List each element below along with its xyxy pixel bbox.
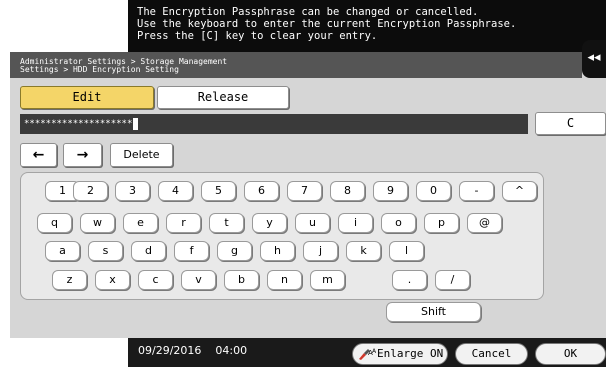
key-5[interactable]: 5 (201, 181, 236, 201)
key-8[interactable]: 8 (330, 181, 365, 201)
key-b[interactable]: b (224, 270, 259, 290)
key-r[interactable]: r (166, 213, 201, 233)
key-w[interactable]: w (80, 213, 115, 233)
cancel-button[interactable]: Cancel (455, 343, 528, 365)
key-v[interactable]: v (181, 270, 216, 290)
text-cursor (133, 117, 139, 130)
key-j[interactable]: j (303, 241, 338, 261)
key-3[interactable]: 3 (115, 181, 150, 201)
key-p[interactable]: p (424, 213, 459, 233)
collapse-panel-icon[interactable]: ◂◂ (582, 40, 606, 78)
key-x[interactable]: x (95, 270, 130, 290)
key-g[interactable]: g (217, 241, 252, 261)
breadcrumb-line-2: Settings > HDD Encryption Setting (20, 65, 179, 74)
key-0[interactable]: 0 (416, 181, 451, 201)
enlarge-label: Enlarge ON (377, 347, 444, 360)
shift-key[interactable]: Shift (386, 302, 481, 322)
key-6[interactable]: 6 (244, 181, 279, 201)
status-time: 04:00 (215, 344, 248, 357)
key-period[interactable]: . (392, 270, 427, 290)
key-s[interactable]: s (88, 241, 123, 261)
message-line-3: Press the [C] key to clear your entry. (137, 30, 378, 42)
message-line-1: The Encryption Passphrase can be changed… (137, 6, 479, 18)
ok-button[interactable]: OK (535, 343, 606, 365)
key-9[interactable]: 9 (373, 181, 408, 201)
enlarge-button[interactable]: A A Enlarge ON (352, 343, 448, 365)
key-i[interactable]: i (338, 213, 373, 233)
key-caret[interactable]: ^ (502, 181, 537, 201)
key-l[interactable]: l (389, 241, 424, 261)
key-n[interactable]: n (267, 270, 302, 290)
key-hyphen[interactable]: - (459, 181, 494, 201)
key-f[interactable]: f (174, 241, 209, 261)
key-y[interactable]: y (252, 213, 287, 233)
key-z[interactable]: z (52, 270, 87, 290)
status-date: 09/29/2016 (138, 344, 202, 357)
key-u[interactable]: u (295, 213, 330, 233)
passphrase-value: ******************** (24, 119, 133, 129)
key-e[interactable]: e (123, 213, 158, 233)
clear-button[interactable]: C (535, 112, 606, 135)
enlarge-icon: AA (357, 347, 377, 360)
key-7[interactable]: 7 (287, 181, 322, 201)
cursor-right-button[interactable]: → (63, 143, 102, 167)
key-2[interactable]: 2 (73, 181, 108, 201)
tab-release[interactable]: Release (157, 86, 289, 109)
key-a[interactable]: a (45, 241, 80, 261)
key-slash[interactable]: / (435, 270, 470, 290)
key-4[interactable]: 4 (158, 181, 193, 201)
breadcrumb: Administrator Settings > Storage Managem… (10, 52, 582, 78)
delete-button[interactable]: Delete (110, 143, 173, 167)
key-k[interactable]: k (346, 241, 381, 261)
cursor-left-button[interactable]: ← (20, 143, 57, 167)
key-at[interactable]: @ (467, 213, 502, 233)
key-m[interactable]: m (310, 270, 345, 290)
tab-edit[interactable]: Edit (20, 86, 154, 109)
message-line-2: Use the keyboard to enter the current En… (137, 18, 517, 30)
key-o[interactable]: o (381, 213, 416, 233)
instruction-message: The Encryption Passphrase can be changed… (128, 0, 606, 52)
key-d[interactable]: d (131, 241, 166, 261)
key-c[interactable]: c (138, 270, 173, 290)
key-t[interactable]: t (209, 213, 244, 233)
key-h[interactable]: h (260, 241, 295, 261)
key-q[interactable]: q (37, 213, 72, 233)
passphrase-field[interactable]: ******************** (20, 114, 528, 134)
date-time: 09/29/2016 04:00 (138, 344, 247, 357)
